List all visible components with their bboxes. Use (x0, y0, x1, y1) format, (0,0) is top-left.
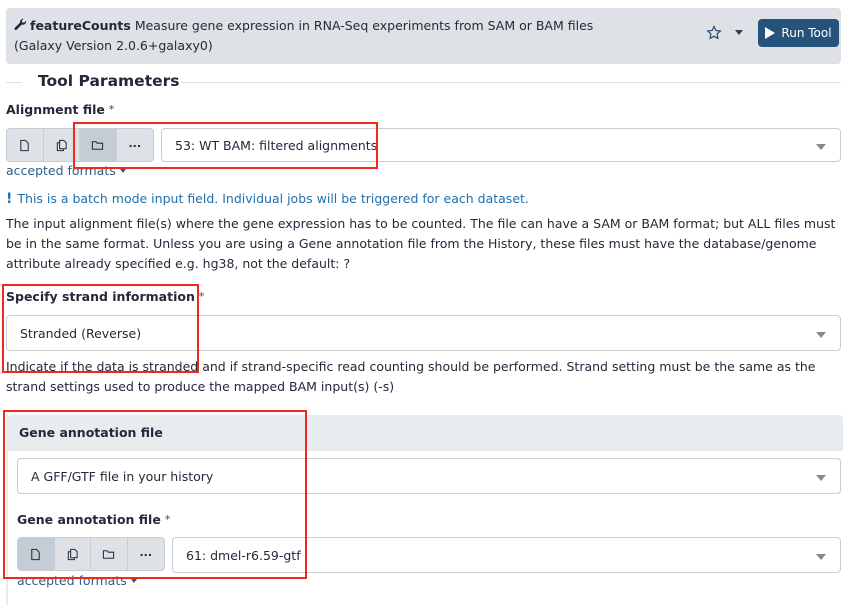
tool-title: featureCounts Measure gene expression in… (14, 17, 593, 34)
play-icon (765, 27, 776, 39)
divider (181, 82, 841, 83)
accepted-formats-label: accepted formats (17, 573, 127, 588)
more-icon: ... (128, 137, 142, 150)
accepted-formats-label: accepted formats (6, 163, 116, 178)
tool-parameters-heading: Tool Parameters (6, 72, 841, 92)
browse-datasets-button[interactable]: ... (128, 538, 164, 570)
files-icon (56, 139, 67, 151)
required-mark: * (108, 103, 115, 116)
label-text: Specify strand information (6, 289, 195, 304)
strand-select[interactable]: Stranded (Reverse) (6, 315, 841, 351)
annotation-file-value: 61: dmel-r6.59-gtf (186, 548, 301, 563)
annotation-file-label: Gene annotation file * (17, 512, 170, 527)
file-icon (31, 548, 40, 560)
caret-down-icon[interactable] (735, 30, 743, 35)
annotation-source-select[interactable]: A GFF/GTF file in your history (17, 458, 841, 494)
dataset-collection-button[interactable] (80, 129, 117, 161)
strand-label: Specify strand information * (6, 289, 204, 304)
multiple-datasets-button[interactable] (55, 538, 91, 570)
file-icon (20, 139, 29, 151)
tool-version: (Galaxy Version 2.0.6+galaxy0) (14, 38, 213, 53)
multiple-datasets-button[interactable] (44, 129, 80, 161)
chevron-down-icon (816, 554, 826, 560)
star-icon[interactable] (706, 25, 722, 41)
chevron-down-icon (816, 144, 826, 150)
chevron-down-icon (816, 475, 826, 481)
alignment-file-label: Alignment file * (6, 102, 114, 117)
alignment-file-help: The input alignment file(s) where the ge… (6, 216, 836, 271)
more-icon: ... (139, 546, 153, 559)
strand-help: Indicate if the data is stranded and if … (6, 359, 816, 394)
label-text: Gene annotation file (17, 512, 161, 527)
folder-icon (92, 140, 104, 150)
tool-name: featureCounts (30, 18, 131, 33)
alignment-file-select[interactable]: 53: WT BAM: filtered alignments (161, 128, 841, 162)
accepted-formats-toggle[interactable]: accepted formats (17, 573, 137, 588)
alignment-file-value: 53: WT BAM: filtered alignments (175, 138, 378, 153)
alignment-mode-group: ... (6, 128, 154, 162)
tool-description: Measure gene expression in RNA-Seq exper… (134, 18, 594, 33)
batch-notice-text: This is a batch mode input field. Indivi… (17, 191, 529, 206)
run-tool-button[interactable]: Run Tool (758, 19, 839, 47)
single-dataset-button[interactable] (7, 129, 44, 161)
browse-datasets-button[interactable]: ... (117, 129, 153, 161)
batch-mode-notice: ! This is a batch mode input field. Indiv… (6, 191, 529, 207)
tool-header: featureCounts Measure gene expression in… (6, 8, 841, 64)
gene-annotation-section-header[interactable]: Gene annotation file (8, 415, 843, 451)
run-tool-label: Run Tool (781, 26, 832, 40)
section-title: Gene annotation file (19, 425, 163, 440)
annotation-source-value: A GFF/GTF file in your history (31, 469, 214, 484)
annotation-mode-group: ... (17, 537, 165, 571)
section-title: Tool Parameters (38, 72, 180, 90)
files-icon (67, 548, 78, 560)
folder-icon (103, 549, 115, 559)
dataset-collection-button[interactable] (91, 538, 128, 570)
single-dataset-button[interactable] (18, 538, 55, 570)
chevron-down-icon (816, 332, 826, 338)
strand-value: Stranded (Reverse) (20, 326, 142, 341)
accepted-formats-toggle[interactable]: accepted formats (6, 163, 126, 178)
annotation-file-select[interactable]: 61: dmel-r6.59-gtf (172, 537, 841, 573)
caret-down-icon (119, 169, 126, 173)
wrench-icon (14, 18, 27, 31)
required-mark: * (164, 513, 171, 526)
required-mark: * (198, 290, 205, 303)
label-text: Alignment file (6, 102, 105, 117)
divider (6, 82, 22, 83)
caret-down-icon (130, 579, 137, 583)
exclamation-icon: ! (6, 191, 13, 207)
